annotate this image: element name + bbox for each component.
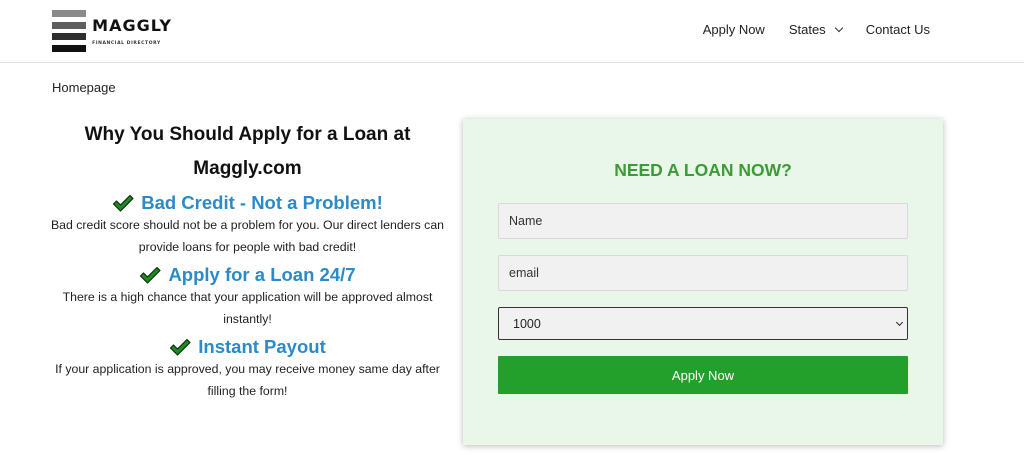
brand-tagline: FINANCIAL DIRECTORY	[92, 40, 161, 46]
feature-apply-24-7: Apply for a Loan 24/7 There is a high ch…	[40, 264, 455, 330]
feature-text-line2: provide loans for people with bad credit…	[138, 240, 357, 254]
logo-text: MAGGLY FINANCIAL DIRECTORY	[92, 10, 172, 52]
feature-title-text: Apply for a Loan 24/7	[168, 264, 356, 285]
apply-now-button[interactable]: Apply Now	[498, 356, 908, 394]
nav-contact-us[interactable]: Contact Us	[866, 22, 930, 37]
feature-text-line2: instantly!	[223, 312, 272, 326]
logo-mark	[52, 10, 87, 52]
apply-now-button-label: Apply Now	[671, 367, 735, 383]
feature-text-line2: filling the form!	[207, 384, 288, 398]
feature-title: Apply for a Loan 24/7	[40, 264, 455, 286]
checkmark-icon	[140, 266, 162, 284]
email-input[interactable]: email	[498, 255, 908, 291]
section-title-line1: Why You Should Apply for a Loan at	[84, 124, 411, 145]
nav-apply-now[interactable]: Apply Now	[703, 22, 765, 37]
nav-states[interactable]: States	[788, 22, 843, 37]
chevron-down-icon	[834, 23, 843, 32]
loan-form-panel: NEED A LOAN NOW? Name email 1000 Apply N…	[463, 119, 943, 445]
site-logo[interactable]: MAGGLY FINANCIAL DIRECTORY	[52, 10, 172, 52]
logo-bar	[52, 33, 87, 41]
checkmark-icon	[113, 194, 134, 212]
nav-contact-us-label: Contact Us	[865, 22, 930, 37]
feature-title: Instant Payout	[40, 336, 455, 358]
breadcrumb[interactable]: Homepage	[52, 80, 116, 95]
logo-bar	[52, 21, 87, 29]
feature-bad-credit: Bad Credit - Not a Problem! Bad credit s…	[40, 192, 455, 258]
site-header: MAGGLY FINANCIAL DIRECTORY Apply Now Sta…	[0, 0, 1024, 63]
brand-name: MAGGLY	[92, 15, 172, 35]
loan-amount-select[interactable]: 1000	[498, 307, 908, 340]
name-input[interactable]: Name	[498, 203, 908, 239]
form-title: NEED A LOAN NOW?	[614, 160, 792, 180]
benefits-section: Why You Should Apply for a Loan at Maggl…	[40, 118, 455, 402]
logo-bar	[52, 44, 87, 52]
main-nav: Apply Now States Contact Us	[679, 22, 930, 37]
chevron-down-icon	[895, 318, 904, 327]
feature-title: Bad Credit - Not a Problem!	[40, 192, 455, 214]
name-input-placeholder: Name	[509, 214, 543, 228]
section-title-line2: Maggly.com	[193, 158, 302, 179]
feature-instant-payout: Instant Payout If your application is ap…	[40, 336, 455, 402]
checkmark-icon	[170, 338, 191, 356]
nav-apply-now-label: Apply Now	[702, 22, 765, 37]
feature-title-text: Bad Credit - Not a Problem!	[141, 192, 383, 213]
loan-amount-value: 1000	[513, 316, 541, 331]
feature-title-text: Instant Payout	[198, 336, 326, 357]
nav-states-label: States	[788, 22, 826, 37]
email-input-placeholder: email	[509, 266, 539, 280]
feature-text-line1: There is a high chance that your applica…	[62, 290, 433, 304]
feature-text-line1: Bad credit score should not be a problem…	[50, 218, 445, 232]
logo-bar	[52, 10, 87, 17]
feature-text-line1: If your application is approved, you may…	[55, 362, 440, 376]
